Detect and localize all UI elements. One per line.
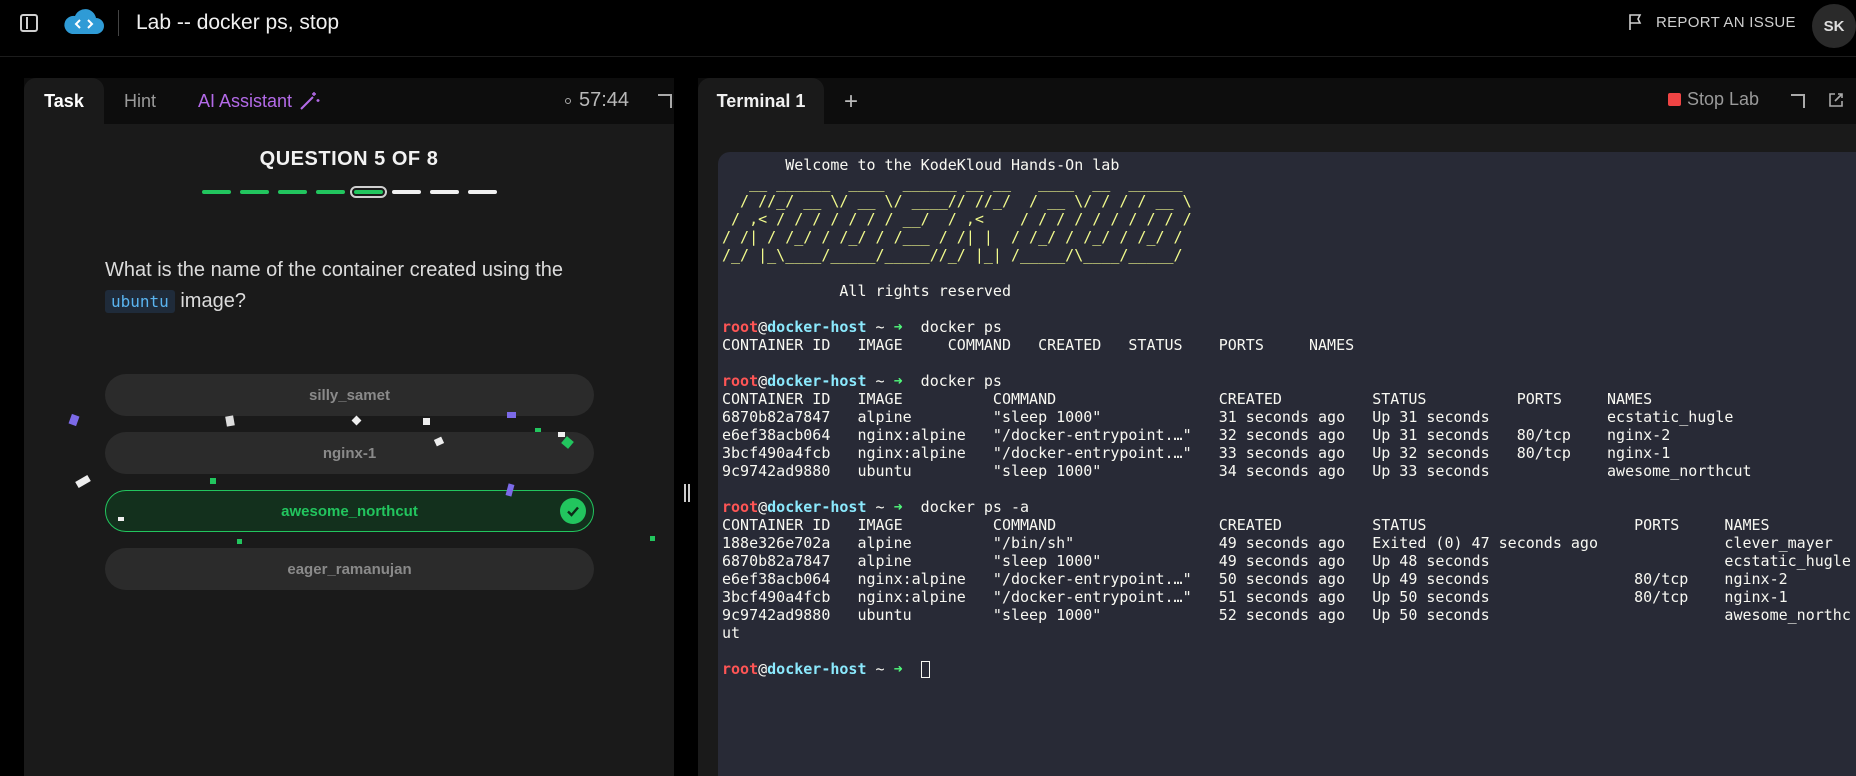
answer-option[interactable]: nginx-1	[105, 432, 594, 474]
stop-icon	[1668, 93, 1681, 106]
terminal-prompt-line: root@docker-host ~ ➜ docker ps -a	[722, 498, 1030, 516]
stop-lab-button[interactable]: Stop Lab	[1668, 89, 1759, 110]
terminal-line: 188e326e702a alpine "/bin/sh" 49 seconds…	[722, 534, 1833, 552]
task-panel	[24, 78, 674, 776]
terminal-banner-line: __ ______ ____ ______ __ __ ____ __ ____…	[722, 174, 1183, 192]
ai-assistant-label: AI Assistant	[198, 90, 293, 111]
stop-lab-label: Stop Lab	[1687, 89, 1760, 109]
terminal-line: 9c9742ad9880 ubuntu "sleep 1000" 52 seco…	[722, 606, 1851, 624]
terminal-cursor	[920, 661, 930, 678]
kodekloud-logo[interactable]	[62, 8, 106, 38]
answer-option[interactable]: silly_samet	[105, 374, 594, 416]
terminal-banner-line: / ,< / / / / / / / __/ / ,< / / / / / / …	[722, 210, 1192, 228]
terminal-tabs: Terminal 1 + Stop Lab	[698, 78, 1856, 124]
expand-icon[interactable]	[658, 94, 672, 108]
progress-segment	[240, 190, 269, 194]
terminal-line: ut	[722, 624, 741, 642]
terminal-line: 3bcf490a4fcb nginx:alpine "/docker-entry…	[722, 588, 1788, 606]
terminal-line: CONTAINER ID IMAGE COMMAND CREATED STATU…	[722, 516, 1770, 534]
check-icon	[560, 498, 586, 524]
terminal-line: Welcome to the KodeKloud Hands-On lab	[722, 156, 1120, 174]
progress-segment	[430, 190, 459, 194]
terminal-prompt-line: root@docker-host ~ ➜	[722, 660, 1852, 678]
timer-icon	[565, 97, 571, 104]
panel-resize-handle[interactable]	[683, 484, 691, 502]
flag-icon	[1629, 14, 1642, 30]
open-external-icon[interactable]	[1828, 92, 1844, 108]
expand-terminal-icon[interactable]	[1791, 94, 1805, 108]
terminal-output[interactable]: Welcome to the KodeKloud Hands-On lab __…	[718, 152, 1856, 776]
question-heading: QUESTION 5 OF 8	[259, 148, 439, 170]
tab-terminal-1[interactable]: Terminal 1	[698, 78, 824, 124]
report-issue-button[interactable]: REPORT AN ISSUE	[1628, 13, 1796, 31]
terminal-line: All rights reserved	[722, 282, 1011, 300]
question-suffix: image?	[180, 290, 246, 312]
answer-option-label: awesome_northcut	[281, 502, 418, 520]
terminal-banner-line: / //_/ __ \/ __ \/ ____// //_/ / __ \/ /…	[722, 192, 1192, 210]
progress-segment	[202, 190, 231, 194]
tab-task[interactable]: Task	[24, 78, 104, 124]
answer-option[interactable]: eager_ramanujan	[105, 548, 594, 590]
terminal-banner-line: / /| / /_/ / /_/ / /___ / /| | / /_/ / /…	[722, 228, 1183, 246]
terminal-line: CONTAINER ID IMAGE COMMAND CREATED STATU…	[722, 336, 1355, 354]
tab-ai-assistant[interactable]: AI Assistant	[198, 78, 320, 124]
question-text: What is the name of the container create…	[105, 255, 605, 317]
progress-segment	[316, 190, 345, 194]
header-divider	[118, 10, 119, 36]
terminal-line: CONTAINER ID IMAGE COMMAND CREATED STATU…	[722, 390, 1653, 408]
sidebar-toggle-icon[interactable]	[20, 14, 38, 32]
terminal-line: e6ef38acb064 nginx:alpine "/docker-entry…	[722, 570, 1788, 588]
tab-hint[interactable]: Hint	[124, 78, 156, 124]
terminal-prompt-line: root@docker-host ~ ➜ docker ps	[722, 372, 1002, 390]
terminal-line: 3bcf490a4fcb nginx:alpine "/docker-entry…	[722, 444, 1671, 462]
progress-segment	[468, 190, 497, 194]
progress-segment-current	[350, 186, 387, 198]
terminal-line: 6870b82a7847 alpine "sleep 1000" 49 seco…	[722, 552, 1851, 570]
question-prefix: What is the name of the container create…	[105, 259, 564, 281]
question-code: ubuntu	[105, 290, 175, 313]
timer: 57:44	[565, 89, 629, 112]
question-progress	[202, 186, 497, 198]
terminal-line: 6870b82a7847 alpine "sleep 1000" 31 seco…	[722, 408, 1734, 426]
timer-value: 57:44	[579, 89, 630, 111]
lab-title: Lab -- docker ps, stop	[136, 11, 340, 34]
terminal-prompt-line: root@docker-host ~ ➜ docker ps	[722, 318, 1002, 336]
terminal-banner-line: /_/ |_\____/_____/_____//_/ |_| /_____/\…	[722, 246, 1183, 264]
terminal-line: 9c9742ad9880 ubuntu "sleep 1000" 34 seco…	[722, 462, 1752, 480]
top-bar: Lab -- docker ps, stop REPORT AN ISSUE S…	[0, 0, 1856, 57]
terminal-line: e6ef38acb064 nginx:alpine "/docker-entry…	[722, 426, 1671, 444]
magic-wand-icon	[300, 92, 320, 110]
progress-segment	[278, 190, 307, 194]
progress-segment	[392, 190, 421, 194]
add-terminal-button[interactable]: +	[844, 88, 858, 116]
avatar[interactable]: SK	[1812, 4, 1856, 48]
answer-option-selected[interactable]: awesome_northcut	[105, 490, 594, 532]
report-issue-label: REPORT AN ISSUE	[1656, 13, 1796, 31]
